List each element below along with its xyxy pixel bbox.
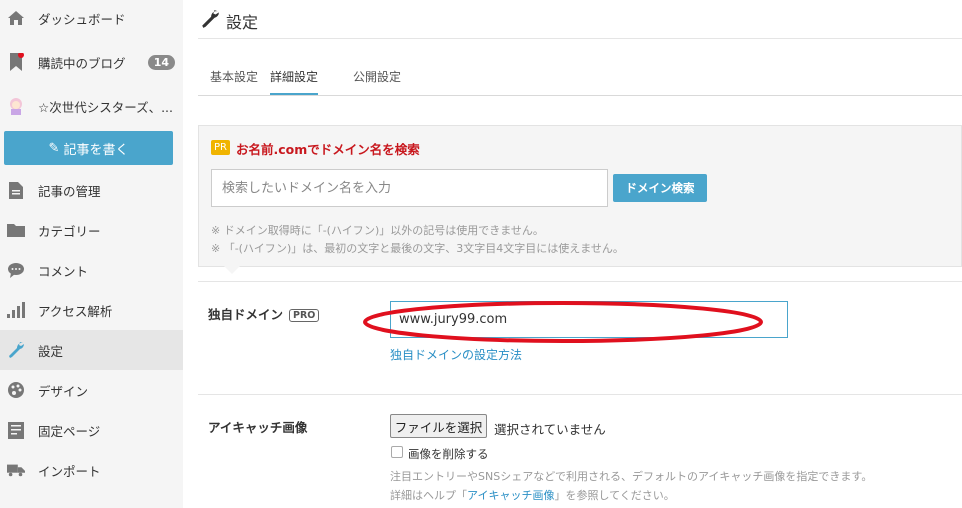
sidebar-item-label: デザイン [38,383,89,399]
pro-badge: PRO [289,309,320,322]
sidebar-item-dashboard[interactable]: ダッシュボード [0,0,183,38]
pr-badge: PR [211,140,230,155]
blog-avatar-icon [7,97,25,115]
red-ellipse-annotation [363,301,763,343]
sidebar-item-analytics[interactable]: アクセス解析 [0,290,183,330]
tab-basic-settings[interactable]: 基本設定 [210,68,258,93]
delete-image-label[interactable]: 画像を削除する [408,446,489,462]
edit-icon: ✎ [48,140,60,156]
sidebar: ダッシュボード 購読中のブログ 14 ☆次世代シスターズ、... ✎ 記事を書く… [0,0,183,508]
bookmark-icon [7,53,25,71]
sidebar-item-static-pages[interactable]: 固定ページ [0,410,183,450]
write-article-button[interactable]: ✎ 記事を書く [4,131,173,165]
sidebar-item-categories[interactable]: カテゴリー [0,210,183,250]
sidebar-item-label: カテゴリー [38,223,101,239]
sidebar-item-subscriptions[interactable]: 購読中のブログ 14 [0,42,183,82]
help-text: 詳細はヘルプ「アイキャッチ画像」を参照してください。 [390,489,675,502]
custom-domain-label: 独自ドメイン PRO [208,304,320,323]
sidebar-item-label: インポート [38,463,101,479]
sidebar-item-label: 記事の管理 [38,183,101,199]
choose-file-button[interactable]: ファイルを選択 [390,414,487,438]
folder-icon [7,221,25,239]
wrench-icon [200,9,220,33]
tab-bar: 基本設定 詳細設定 公開設定 [198,60,962,96]
sidebar-item-label: 購読中のブログ [38,55,126,71]
sidebar-item-comments[interactable]: コメント [0,250,183,290]
home-icon [7,9,25,27]
count-badge: 14 [147,54,175,70]
document-icon [7,181,25,199]
divider [198,281,962,282]
sidebar-item-import[interactable]: インポート [0,450,183,490]
custom-domain-help-link[interactable]: 独自ドメインの設定方法 [390,346,522,363]
note-line: ※ 「-(ハイフン)」は、最初の文字と最後の文字、3文字目4文字目には使えません… [211,242,624,255]
tab-publish-settings[interactable]: 公開設定 [353,68,401,93]
sidebar-item-label: 固定ページ [38,423,101,439]
eyecatch-label: アイキャッチ画像 [208,420,308,435]
sidebar-item-blog[interactable]: ☆次世代シスターズ、... [0,86,183,126]
sidebar-item-label: コメント [38,263,89,279]
divider [198,38,962,39]
domain-search-input[interactable] [211,169,608,207]
promo-title: お名前.comでドメイン名を検索 [236,142,420,157]
page-title-text: 設定 [226,13,259,32]
wrench-icon [7,341,25,359]
palette-icon [7,381,25,399]
sidebar-item-articles[interactable]: 記事の管理 [0,170,183,210]
tab-advanced-settings[interactable]: 詳細設定 [270,68,319,95]
delete-image-checkbox[interactable] [391,446,403,458]
truck-icon [7,461,25,479]
callout-pointer [224,266,240,274]
page-title: 設定 [198,8,258,34]
divider [198,394,962,395]
comment-icon [7,261,25,279]
domain-search-promo: PR お名前.comでドメイン名を検索 ドメイン検索 ※ ドメイン取得時に「-(… [198,125,962,267]
help-text: 注目エントリーやSNSシェアなどで利用される、デフォルトのアイキャッチ画像を指定… [390,470,873,483]
sidebar-item-label: 設定 [38,343,64,359]
page-icon [7,421,25,439]
main-content: 設定 基本設定 詳細設定 公開設定 PR お名前.comでドメイン名を検索 ドメ… [198,0,962,508]
sidebar-item-label: ダッシュボード [38,11,126,27]
domain-search-button[interactable]: ドメイン検索 [613,174,707,202]
eyecatch-help-link[interactable]: アイキャッチ画像 [467,489,554,502]
sidebar-item-label: ☆次世代シスターズ、... [38,99,174,115]
note-line: ※ ドメイン取得時に「-(ハイフン)」以外の記号は使用できません。 [211,224,544,237]
bar-chart-icon [7,301,25,319]
file-status: 選択されていません [494,422,606,437]
sidebar-item-design[interactable]: デザイン [0,370,183,410]
sidebar-item-settings[interactable]: 設定 [0,330,183,370]
sidebar-item-label: アクセス解析 [38,303,113,319]
